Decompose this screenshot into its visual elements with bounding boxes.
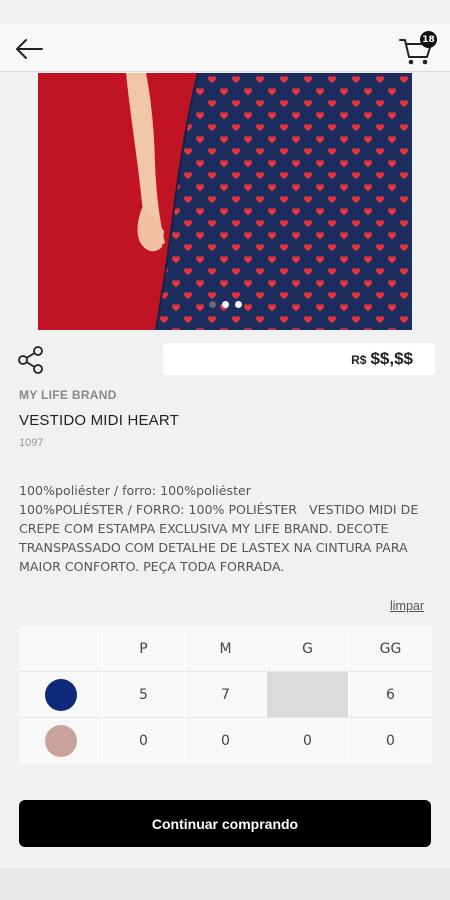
carousel-dot-active[interactable] xyxy=(221,301,229,308)
arrow-left-icon xyxy=(16,39,43,59)
size-header-gg: GG xyxy=(379,640,402,657)
quantity-cell[interactable]: 6 xyxy=(349,672,432,717)
color-swatch-cell[interactable] xyxy=(19,672,102,717)
price-currency: R$ xyxy=(351,353,367,367)
product-brand: MY LIFE BRAND xyxy=(19,388,117,402)
product-detail-screen: 18 R$ $$,$$ MY LIFE BRAND VESTIDO MIDI H… xyxy=(0,0,450,900)
product-name: VESTIDO MIDI HEART xyxy=(19,412,180,429)
quantity-cell-unavailable xyxy=(267,672,348,717)
back-button[interactable] xyxy=(12,34,46,64)
size-header-g: G xyxy=(302,640,313,657)
quantity-cell[interactable]: 5 xyxy=(103,672,184,717)
top-app-bar: 18 xyxy=(0,24,450,72)
quantity-cell[interactable]: 0 xyxy=(349,718,432,764)
quantity-cell[interactable]: 0 xyxy=(267,718,348,764)
product-description: 100%poliéster / forro: 100%poliéster 100… xyxy=(19,483,419,574)
clear-selection-link[interactable]: limpar xyxy=(390,599,424,613)
carousel-dot[interactable] xyxy=(208,301,216,308)
quantity-cell[interactable]: 7 xyxy=(185,672,266,717)
carousel-dots xyxy=(38,299,412,311)
quantity-cell[interactable]: 0 xyxy=(185,718,266,764)
price-box: R$ $$,$$ xyxy=(163,343,435,375)
product-photo xyxy=(38,73,412,330)
continue-shopping-button[interactable]: Continuar comprando xyxy=(19,800,431,847)
cart-count-badge: 18 xyxy=(420,31,437,48)
color-swatch-rose xyxy=(44,725,77,757)
bottom-bar xyxy=(0,868,450,900)
color-swatch-cell[interactable] xyxy=(19,718,102,764)
size-header-m: M xyxy=(219,640,232,657)
quantity-cell[interactable]: 0 xyxy=(103,718,184,764)
carousel-dot[interactable] xyxy=(234,301,242,308)
share-button[interactable] xyxy=(16,345,46,375)
color-swatch-navy xyxy=(44,678,77,711)
share-icon xyxy=(18,346,43,374)
size-header-p: P xyxy=(139,640,148,657)
cart-button[interactable]: 18 xyxy=(396,30,440,68)
product-sku: 1097 xyxy=(19,437,44,449)
price-value: $$,$$ xyxy=(370,349,413,368)
product-image-carousel[interactable] xyxy=(38,73,412,330)
size-color-grid: P M G GG 5 7 6 0 0 0 0 xyxy=(19,626,432,764)
